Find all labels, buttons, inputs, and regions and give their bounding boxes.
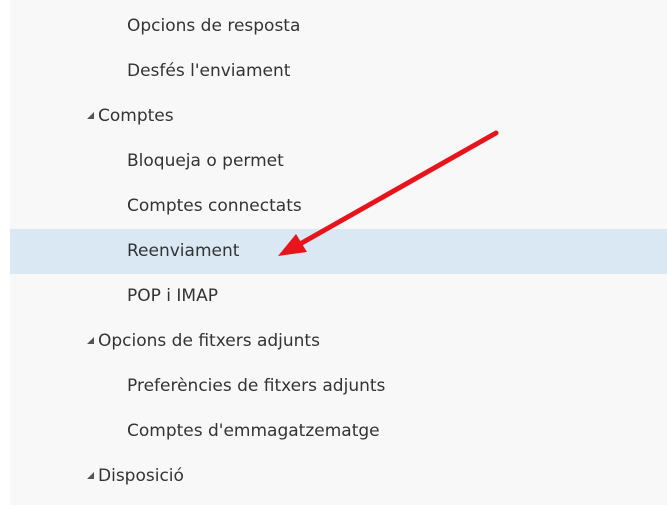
nav-group-label: Comptes xyxy=(98,106,174,126)
expanded-triangle-icon[interactable] xyxy=(87,472,94,479)
nav-item-reenviament[interactable]: Reenviament xyxy=(10,229,667,274)
nav-item-bloqueja-o-permet[interactable]: Bloqueja o permet xyxy=(10,139,667,184)
nav-item-label: Bloqueja o permet xyxy=(127,151,284,171)
nav-item-label: Preferències de fitxers adjunts xyxy=(127,376,386,396)
nav-item-pop-i-imap[interactable]: POP i IMAP xyxy=(10,274,667,319)
nav-item-preferencies-fitxers-adjunts[interactable]: Preferències de fitxers adjunts xyxy=(10,364,667,409)
nav-group-label: Disposició xyxy=(98,466,184,486)
nav-item-label: Desfés l'enviament xyxy=(127,61,291,81)
nav-item-label: Opcions de resposta xyxy=(127,16,301,36)
nav-group-disposicio[interactable]: Disposició xyxy=(10,454,667,499)
nav-item-comptes-emmagatzematge[interactable]: Comptes d'emmagatzematge xyxy=(10,409,667,454)
settings-nav-tree: Opcions de resposta Desfés l'enviament C… xyxy=(10,0,667,505)
nav-item-label: Comptes connectats xyxy=(127,196,302,216)
nav-group-comptes[interactable]: Comptes xyxy=(10,94,667,139)
nav-item-comptes-connectats[interactable]: Comptes connectats xyxy=(10,184,667,229)
nav-group-opcions-fitxers-adjunts[interactable]: Opcions de fitxers adjunts xyxy=(10,319,667,364)
nav-item-label: Reenviament xyxy=(127,241,240,261)
nav-item-label: POP i IMAP xyxy=(127,286,218,306)
nav-item-opcions-de-resposta[interactable]: Opcions de resposta xyxy=(10,4,667,49)
nav-group-label: Opcions de fitxers adjunts xyxy=(98,331,320,351)
nav-item-desfes-enviament[interactable]: Desfés l'enviament xyxy=(10,49,667,94)
expanded-triangle-icon[interactable] xyxy=(87,112,94,119)
expanded-triangle-icon[interactable] xyxy=(87,337,94,344)
nav-item-label: Comptes d'emmagatzematge xyxy=(127,421,380,441)
